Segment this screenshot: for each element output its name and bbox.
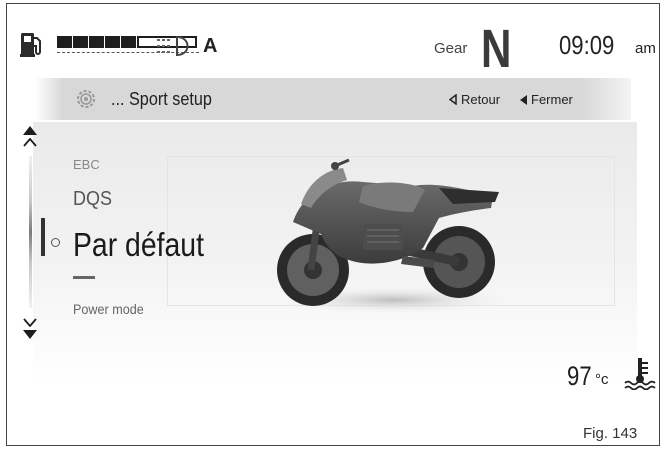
scroll-up-solid-icon[interactable]: [23, 126, 37, 135]
scroll-down-solid-icon[interactable]: [23, 330, 37, 339]
back-arrow-icon: [449, 94, 457, 105]
gear-label: Gear: [434, 40, 468, 57]
status-bar: A Gear N 09:09 am: [7, 4, 659, 79]
menu-item-placeholder[interactable]: [73, 276, 95, 279]
gear-icon: [77, 90, 95, 108]
close-arrow-icon: [520, 94, 527, 105]
coolant-temperature-value: 97: [567, 361, 592, 391]
motorcycle-image: [273, 158, 513, 314]
coolant-temperature-unit: °c: [595, 371, 609, 388]
fuel-level-gauge: [57, 34, 199, 56]
gear-value: N: [481, 19, 511, 79]
menu-item-dqs[interactable]: DQS: [73, 188, 112, 211]
menu-title: ... Sport setup: [111, 89, 212, 109]
back-button-label: Retour: [461, 92, 501, 107]
close-button-label: Fermer: [531, 92, 573, 107]
fuel-pump-icon: [20, 33, 41, 57]
back-button[interactable]: Retour: [449, 92, 500, 107]
menu-item-power-mode[interactable]: Power mode: [73, 301, 144, 317]
coolant-temperature-icon: [624, 358, 656, 390]
fuel-segment: [57, 36, 72, 48]
close-button[interactable]: Fermer: [520, 92, 573, 107]
menu-bar-fade-left: [35, 78, 63, 120]
auto-light-indicator: A: [203, 35, 218, 57]
menu-item-ebc[interactable]: EBC: [73, 157, 100, 172]
fuel-segment: [73, 36, 88, 48]
fuel-segment: [105, 36, 120, 48]
figure-caption: Fig. 143: [583, 425, 638, 442]
selected-item-indicator: [51, 238, 60, 247]
menu-bar-fade-right: [581, 78, 631, 120]
scroll-track[interactable]: [29, 156, 32, 308]
menu-item-selected[interactable]: Par défaut: [73, 226, 204, 264]
headlight-icon: [157, 35, 189, 57]
clock-time: 09:09: [559, 30, 615, 60]
dashboard-frame: A Gear N 09:09 am ... Sport setup Retour…: [6, 3, 660, 446]
fuel-segment: [121, 36, 136, 48]
menu-header-bar: ... Sport setup Retour Fermer: [35, 78, 631, 120]
scroll-thumb[interactable]: [41, 218, 45, 256]
fuel-segment: [89, 36, 104, 48]
scroll-up-outline-icon[interactable]: [23, 138, 37, 147]
scroll-down-outline-icon[interactable]: [23, 318, 37, 327]
clock-am-pm: am: [635, 40, 656, 57]
